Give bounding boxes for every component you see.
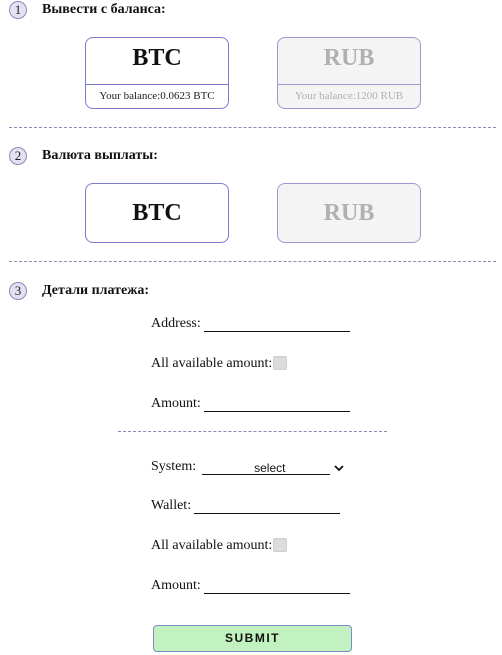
wallet-label: Wallet: xyxy=(151,498,192,513)
wallet-row: Wallet: xyxy=(151,498,341,514)
payout-card-currency: BTC xyxy=(132,199,182,226)
balance-card-currency: RUB xyxy=(323,45,375,71)
step-2-header: 2 Валюта выплаты: xyxy=(9,147,158,165)
balance-label: Your balance: xyxy=(99,90,161,102)
balance-card-balance: Your balance:0.0623 BTC xyxy=(86,84,228,108)
chevron-down-icon xyxy=(334,462,345,474)
step-3-header: 3 Детали платежа: xyxy=(9,282,149,300)
step-number-badge: 1 xyxy=(9,1,27,19)
step-number-badge: 2 xyxy=(9,147,27,165)
section-divider xyxy=(9,127,496,128)
balance-card-btc[interactable]: BTC Your balance:0.0623 BTC xyxy=(85,37,229,109)
submit-button[interactable]: SUBMIT xyxy=(153,625,352,652)
select-underline xyxy=(202,461,255,475)
balance-card-currency: BTC xyxy=(132,45,182,71)
section-divider xyxy=(9,261,496,262)
payout-card-btc[interactable]: BTC xyxy=(85,183,229,243)
all-amount-row: All available amount: xyxy=(151,356,288,372)
amount-input[interactable] xyxy=(203,578,350,594)
amount-input[interactable] xyxy=(203,396,350,412)
wallet-input[interactable] xyxy=(194,498,341,514)
all-amount-label: All available amount: xyxy=(151,356,273,371)
amount-row: Amount: xyxy=(151,396,350,412)
amount-label: Amount: xyxy=(151,396,201,411)
address-input[interactable] xyxy=(203,316,350,332)
address-row: Address: xyxy=(151,316,350,332)
payout-card-currency: RUB xyxy=(323,199,375,226)
balance-card-rub[interactable]: RUB Your balance:1200 RUB xyxy=(277,37,421,109)
address-label: Address: xyxy=(151,316,201,331)
all-amount-checkbox[interactable] xyxy=(273,356,288,370)
payout-card-rub[interactable]: RUB xyxy=(277,183,421,243)
system-label: System: xyxy=(151,459,197,474)
step-1-title: Вывести с баланса: xyxy=(42,2,166,17)
select-underline xyxy=(285,461,331,475)
step-1-header: 1 Вывести с баланса: xyxy=(9,1,166,19)
amount-label: Amount: xyxy=(151,578,201,593)
all-amount-row-2: All available amount: xyxy=(151,538,288,554)
balance-label: Your balance: xyxy=(294,90,356,102)
balance-value: 0.0623 BTC xyxy=(160,90,215,102)
all-amount-checkbox[interactable] xyxy=(273,538,288,552)
form-divider xyxy=(118,431,387,432)
system-select-value: select xyxy=(254,461,286,475)
amount-row-2: Amount: xyxy=(151,578,350,594)
all-amount-label: All available amount: xyxy=(151,538,273,553)
step-number-badge: 3 xyxy=(9,282,27,300)
system-row: System: select xyxy=(151,459,345,475)
system-select[interactable]: select xyxy=(202,461,345,475)
step-2-title: Валюта выплаты: xyxy=(42,148,158,163)
balance-value: 1200 RUB xyxy=(355,90,404,102)
balance-card-balance: Your balance:1200 RUB xyxy=(278,84,420,108)
step-3-title: Детали платежа: xyxy=(42,283,150,298)
